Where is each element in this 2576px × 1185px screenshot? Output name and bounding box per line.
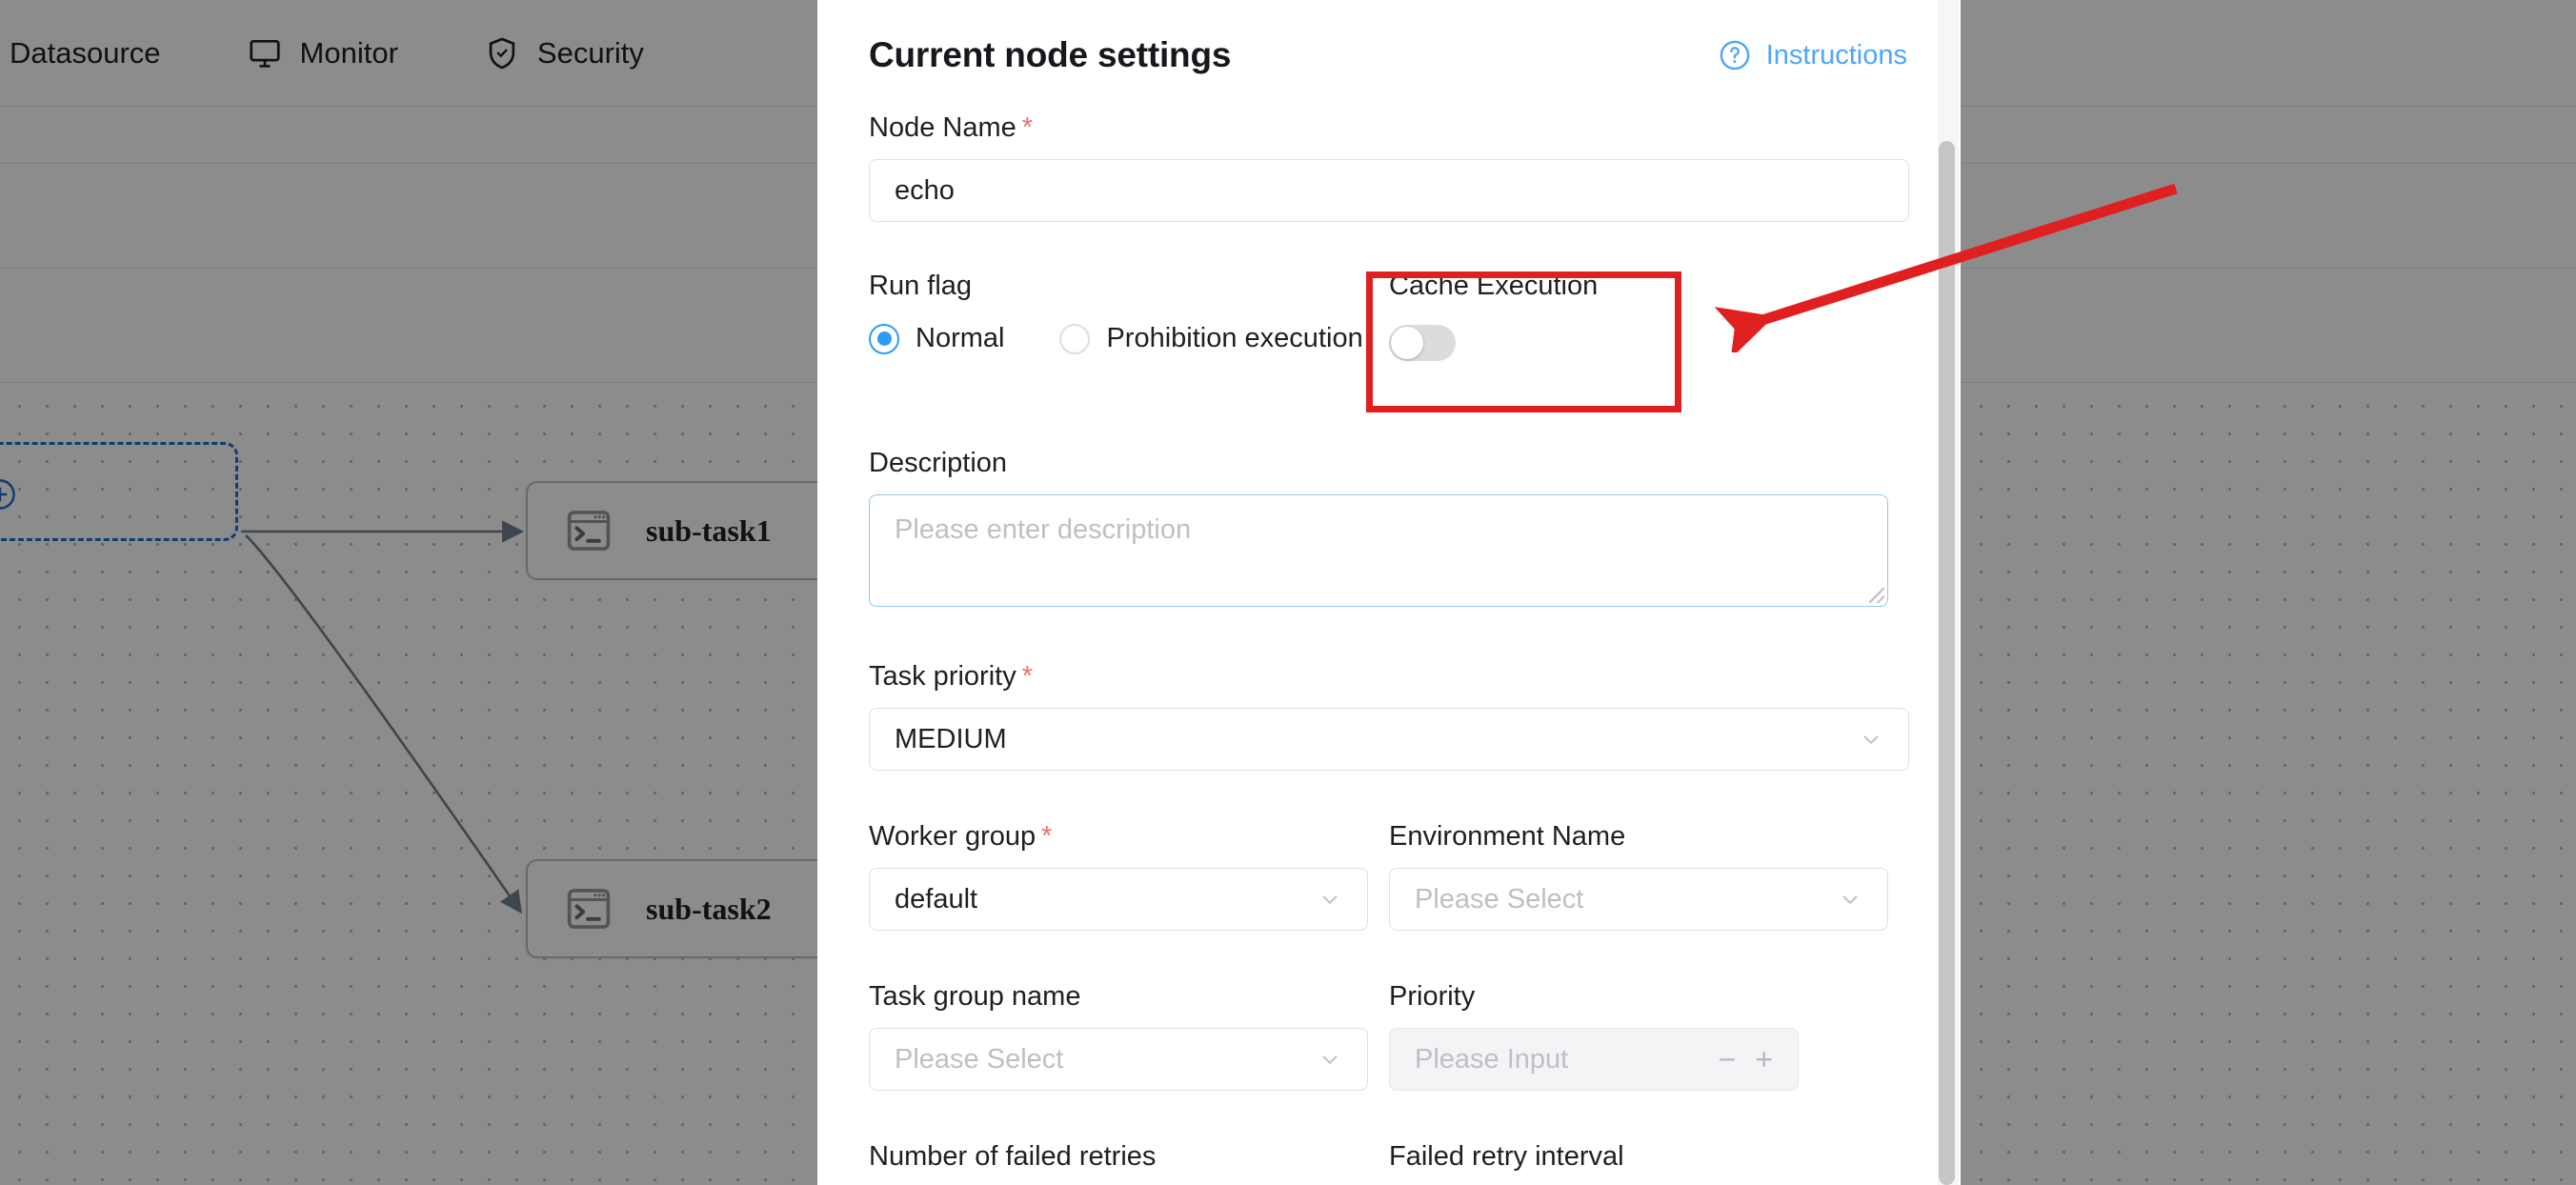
modal-scrollbar-track[interactable] [1938, 0, 1959, 1185]
modal-scrollbar-thumb[interactable] [1939, 141, 1955, 1185]
task-group-name-label: Task group name [869, 981, 1368, 1013]
chevron-down-icon [1318, 887, 1342, 912]
priority-number-input[interactable]: Please Input − + [1389, 1028, 1799, 1091]
radio-prohibition-execution[interactable]: Prohibition execution [1059, 323, 1362, 354]
node-name-value: echo [895, 175, 955, 207]
required-asterisk: * [1022, 661, 1033, 692]
current-node-settings-modal: Current node settings Instructions Node … [817, 0, 1961, 1185]
worker-group-label: Worker group* [869, 821, 1368, 853]
instructions-link[interactable]: Instructions [1718, 38, 1907, 72]
required-asterisk: * [1022, 112, 1033, 143]
radio-normal[interactable]: Normal [869, 323, 1004, 354]
node-settings-form: Node Name* echo Run flag Normal [817, 112, 1961, 1185]
instructions-label: Instructions [1766, 40, 1907, 71]
node-name-input[interactable]: echo [869, 159, 1909, 222]
resize-handle-icon[interactable] [1869, 588, 1884, 603]
field-run-flag: Run flag Normal Prohibition execution [869, 271, 1170, 361]
field-task-group-name: Task group name Please Select [869, 981, 1368, 1091]
cache-execution-label: Cache Execution [1389, 271, 1598, 302]
description-label: Description [869, 448, 1909, 479]
task-priority-select[interactable]: MEDIUM [869, 708, 1909, 771]
run-flag-radio-group: Normal Prohibition execution [869, 323, 1402, 354]
required-asterisk: * [1041, 821, 1052, 852]
field-failed-retry-interval: Failed retry interval [1389, 1141, 1888, 1185]
field-description: Description Please enter description [817, 448, 1961, 607]
field-number-of-failed-retries: Number of failed retries [869, 1141, 1368, 1185]
chevron-down-icon [1838, 887, 1862, 912]
radio-indicator-checked [869, 324, 899, 354]
failed-retry-interval-label: Failed retry interval [1389, 1141, 1888, 1173]
priority-stepper: − + [1719, 1044, 1773, 1075]
task-priority-value: MEDIUM [895, 724, 1007, 755]
toggle-knob [1391, 327, 1423, 359]
priority-label: Priority [1389, 981, 1799, 1013]
chevron-down-icon [1318, 1047, 1342, 1072]
task-priority-label: Task priority* [869, 661, 1909, 693]
task-group-name-placeholder: Please Select [895, 1044, 1063, 1075]
task-group-name-select[interactable]: Please Select [869, 1028, 1368, 1091]
description-placeholder: Please enter description [895, 514, 1191, 545]
row-failed-retries: Number of failed retries Failed retry in… [817, 1141, 1961, 1185]
field-cache-execution: Cache Execution [1389, 271, 1598, 361]
number-of-failed-retries-label: Number of failed retries [869, 1141, 1368, 1173]
field-task-priority: Task priority* MEDIUM [817, 661, 1961, 771]
run-flag-label: Run flag [869, 271, 1170, 302]
priority-placeholder: Please Input [1415, 1044, 1568, 1075]
page-title: Current node settings [869, 35, 1231, 75]
question-circle-icon [1718, 38, 1752, 72]
environment-name-select[interactable]: Please Select [1389, 868, 1888, 931]
environment-name-placeholder: Please Select [1415, 884, 1583, 915]
field-worker-group: Worker group* default [869, 821, 1368, 931]
stepper-plus-button[interactable]: + [1755, 1044, 1773, 1075]
chevron-down-icon [1859, 727, 1883, 752]
row-worker-environment: Worker group* default Environment Name P… [817, 821, 1961, 931]
field-environment-name: Environment Name Please Select [1389, 821, 1888, 931]
radio-prohibition-label: Prohibition execution [1106, 323, 1362, 354]
worker-group-select[interactable]: default [869, 868, 1368, 931]
environment-name-label: Environment Name [1389, 821, 1888, 853]
node-name-label: Node Name* [869, 112, 1909, 144]
field-node-name: Node Name* echo [817, 112, 1961, 222]
row-taskgroup-priority: Task group name Please Select Priority P… [817, 981, 1961, 1091]
cache-execution-toggle[interactable] [1389, 325, 1456, 361]
stepper-minus-button[interactable]: − [1719, 1044, 1737, 1075]
field-priority: Priority Please Input − + [1389, 981, 1799, 1091]
modal-header: Current node settings Instructions [869, 27, 1907, 84]
worker-group-value: default [895, 884, 977, 915]
radio-indicator-unchecked [1059, 324, 1090, 354]
row-run-flag: Run flag Normal Prohibition execution Ca [817, 271, 1961, 361]
radio-normal-label: Normal [916, 323, 1004, 354]
description-textarea[interactable]: Please enter description [869, 494, 1888, 607]
